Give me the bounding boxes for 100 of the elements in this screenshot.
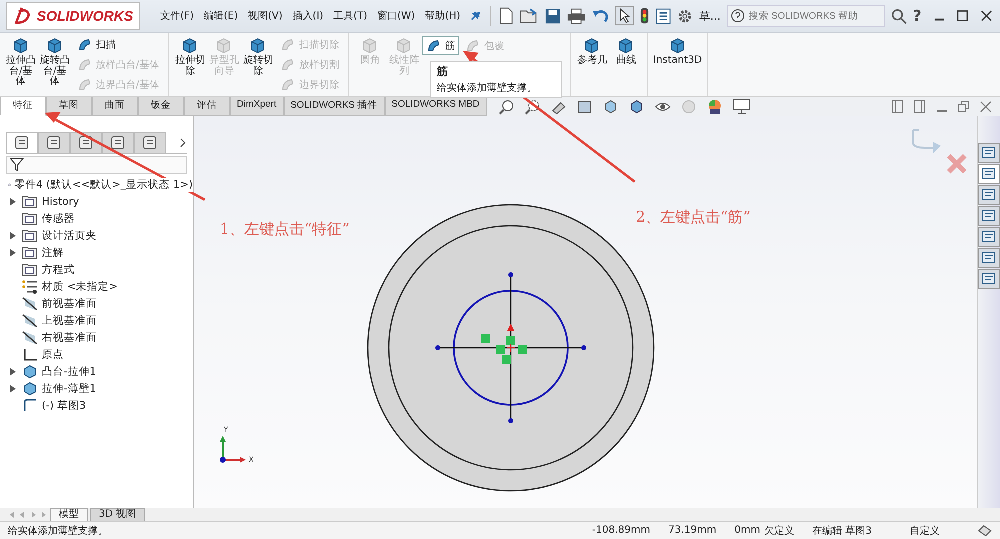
expand-arrow-icon[interactable]: [10, 248, 16, 256]
ribbon-command[interactable]: 筋: [422, 36, 460, 55]
menu-item[interactable]: 工具(T): [332, 9, 370, 23]
task-pane-tab[interactable]: [978, 143, 1000, 163]
history-folder-icon: [22, 194, 38, 208]
section-view-icon[interactable]: [576, 98, 593, 114]
panel-tab[interactable]: [38, 132, 70, 153]
menu-item[interactable]: 插入(I): [290, 9, 326, 23]
task-pane-tab[interactable]: [978, 206, 1000, 226]
zoom-area-icon[interactable]: [524, 98, 541, 114]
panel-tab-icon: [110, 135, 126, 151]
sketch-status: 欠定义: [764, 524, 794, 538]
traffic-light-icon[interactable]: [640, 7, 650, 25]
ribbon-tab[interactable]: 钣金: [138, 97, 184, 116]
tree-item[interactable]: 零件4 (默认<<默认>_显示状态 1>): [14, 178, 193, 192]
ribbon-command[interactable]: 拉伸切除: [174, 36, 206, 93]
menu-item[interactable]: 帮助(H): [423, 9, 463, 23]
plane-icon: [22, 330, 38, 344]
model-tab[interactable]: 3D 视图: [90, 508, 146, 522]
search-field[interactable]: 搜索 SOLIDWORKS 帮助: [726, 5, 885, 27]
menu-item[interactable]: 编辑(E): [202, 9, 240, 23]
panel-tab[interactable]: [6, 132, 38, 153]
ribbon-command[interactable]: 拉伸凸台/基体: [5, 36, 37, 93]
x-coordinate: -108.89mm: [592, 525, 650, 536]
open-folder-icon[interactable]: [520, 7, 540, 25]
task-pane-tab[interactable]: [978, 185, 1000, 205]
tree-item[interactable]: (-) 草图3: [42, 398, 86, 412]
ribbon-command[interactable]: 参考几: [576, 36, 608, 93]
panel-tab[interactable]: [134, 132, 166, 153]
panel-tab[interactable]: [70, 132, 102, 153]
task-pane-tab[interactable]: [978, 164, 1000, 184]
tree-item[interactable]: 拉伸-薄壁1: [42, 382, 96, 396]
ribbon-command[interactable]: 曲线: [610, 36, 642, 93]
maximize-icon[interactable]: [957, 10, 969, 22]
sensor-folder-icon: [22, 212, 38, 226]
task-pane-icon: [982, 209, 996, 223]
app-logo[interactable]: SOLIDWORKS: [6, 2, 140, 30]
toolbar-overflow-text[interactable]: 草...: [699, 8, 721, 24]
monitor-icon[interactable]: [732, 98, 751, 114]
tooltip-title: 筋: [437, 64, 449, 79]
menu-item[interactable]: 文件(F): [158, 9, 196, 23]
tree-item[interactable]: 方程式: [42, 262, 75, 276]
options-list-icon[interactable]: [656, 8, 672, 24]
expand-arrow-icon[interactable]: [10, 384, 16, 392]
ribbon-tab[interactable]: SOLIDWORKS MBD: [384, 97, 487, 116]
ribbon-tab[interactable]: SOLIDWORKS 插件: [284, 97, 385, 116]
tree-item[interactable]: 右视基准面: [42, 330, 97, 344]
tree-item[interactable]: 前视基准面: [42, 296, 97, 310]
folder-icon: [22, 228, 38, 242]
save-icon[interactable]: [545, 8, 562, 24]
task-pane-tab[interactable]: [978, 227, 1000, 247]
settings-icon[interactable]: [677, 8, 694, 24]
menu-item[interactable]: 窗口(W): [375, 9, 418, 23]
print-icon[interactable]: [567, 8, 586, 24]
ribbon-command[interactable]: 旋转凸台/基体: [39, 36, 71, 93]
filter-field[interactable]: [6, 156, 187, 174]
ribbon-tab[interactable]: 草图: [46, 97, 92, 116]
pin-icon[interactable]: [468, 9, 482, 23]
zoom-to-fit-icon[interactable]: [498, 98, 515, 114]
chevron-right-icon[interactable]: [179, 138, 187, 148]
new-document-icon[interactable]: [498, 7, 514, 25]
search-icon[interactable]: [890, 8, 908, 24]
editing-status: 在编辑 草图3: [812, 524, 872, 538]
menu-item[interactable]: 视图(V): [246, 9, 285, 23]
equation-folder-icon: [22, 262, 38, 276]
task-pane-tab[interactable]: [978, 248, 1000, 268]
expand-arrow-icon[interactable]: [10, 198, 16, 206]
ribbon-command[interactable]: 扫描: [73, 36, 164, 54]
restore-icon[interactable]: [958, 100, 970, 112]
undo-icon[interactable]: [592, 8, 610, 24]
tree-item[interactable]: 原点: [42, 348, 64, 362]
panel-tab[interactable]: [102, 132, 134, 153]
task-pane-tab[interactable]: [978, 269, 1000, 289]
plane-icon: [22, 314, 38, 328]
tree-item[interactable]: 传感器: [42, 212, 75, 226]
expand-arrow-icon[interactable]: [10, 232, 16, 240]
select-cursor-icon[interactable]: [615, 6, 634, 26]
ribbon-tab[interactable]: 曲面: [92, 97, 138, 116]
tree-item[interactable]: History: [42, 196, 80, 208]
help-button[interactable]: ?: [913, 7, 922, 25]
feature-tool-icon: [77, 37, 93, 53]
panel-left-icon[interactable]: [892, 100, 904, 114]
tree-item[interactable]: 注解: [42, 246, 64, 260]
tree-item[interactable]: 凸台-拉伸1: [42, 364, 96, 378]
scene-icon[interactable]: [706, 98, 723, 114]
units-selector[interactable]: 自定义: [910, 524, 940, 538]
ribbon-tab[interactable]: 特征: [0, 97, 46, 116]
tree-item[interactable]: 上视基准面: [42, 314, 97, 328]
ribbon-tab[interactable]: DimXpert: [230, 97, 284, 116]
annotation-text: 2、左键点击“筋”: [636, 208, 751, 227]
rebuild-icon[interactable]: [978, 524, 992, 536]
tree-item[interactable]: 材质 <未指定>: [42, 280, 118, 294]
ribbon-command[interactable]: 旋转切除: [242, 36, 274, 93]
panel-right-icon[interactable]: [914, 100, 926, 114]
ribbon-command[interactable]: Instant3D: [653, 36, 702, 93]
model-tab[interactable]: 模型: [50, 508, 88, 522]
expand-arrow-icon[interactable]: [10, 368, 16, 376]
tree-item[interactable]: 设计活页夹: [42, 228, 97, 242]
close-icon[interactable]: [980, 10, 992, 22]
ribbon-tab[interactable]: 评估: [184, 97, 230, 116]
